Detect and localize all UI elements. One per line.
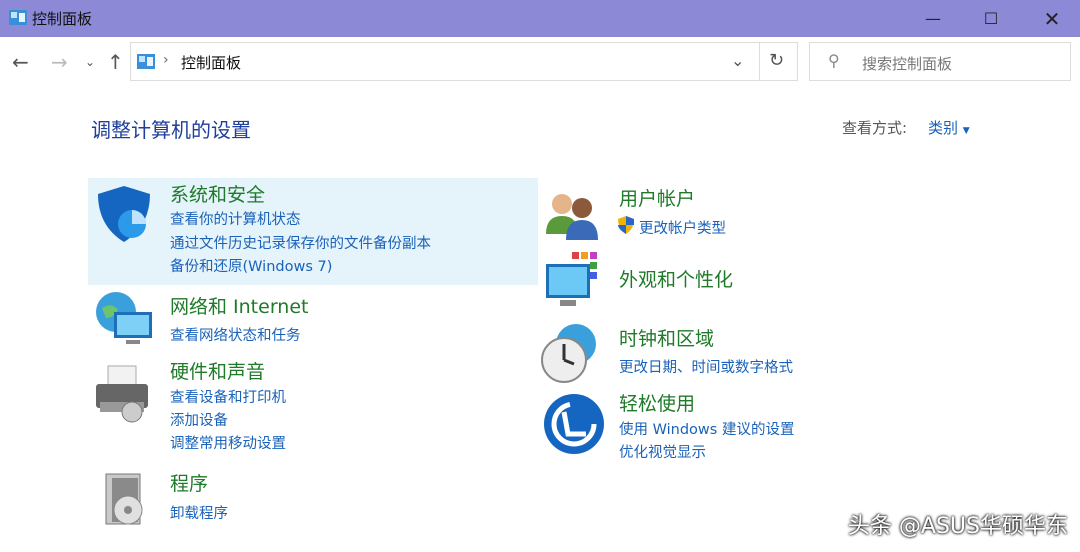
search-icon: ⚲ <box>828 51 840 70</box>
address-bar[interactable]: › 控制面板 ⌄ ↻ <box>130 42 798 81</box>
address-dropdown-icon[interactable]: ⌄ <box>731 51 744 70</box>
search-input[interactable]: 搜索控制面板 <box>862 53 952 74</box>
title-bar: 控制面板 — ☐ ✕ <box>0 0 1080 37</box>
category-hardware-sound[interactable]: 硬件和声音 <box>170 357 265 384</box>
link-network-status[interactable]: 查看网络状态和任务 <box>170 324 301 345</box>
up-button[interactable]: ↑ <box>107 50 124 74</box>
category-ease-of-access[interactable]: 轻松使用 <box>619 389 695 416</box>
watermark: 头条 @ASUS华硕华东 <box>847 514 1068 539</box>
link-change-account-type[interactable]: 更改帐户类型 <box>639 217 726 238</box>
maximize-button[interactable]: ☐ <box>968 0 1014 37</box>
minimize-button[interactable]: — <box>910 0 956 37</box>
shield-icon <box>98 186 150 242</box>
link-check-computer-status[interactable]: 查看你的计算机状态 <box>170 208 301 229</box>
view-by-value: 类别 <box>928 119 959 137</box>
category-user-accounts[interactable]: 用户帐户 <box>619 184 695 211</box>
uac-shield-icon <box>618 216 634 234</box>
control-panel-icon <box>137 54 155 69</box>
network-globe-icon <box>96 292 152 344</box>
link-optimize-visual-display[interactable]: 优化视觉显示 <box>619 441 706 462</box>
category-network-internet[interactable]: 网络和 Internet <box>170 292 308 319</box>
user-accounts-icon <box>546 194 598 240</box>
page-title: 调整计算机的设置 <box>91 118 251 142</box>
link-recommended-settings[interactable]: 使用 Windows 建议的设置 <box>619 418 794 439</box>
programs-icon <box>105 473 143 525</box>
link-mobility-settings[interactable]: 调整常用移动设置 <box>170 432 286 453</box>
search-box[interactable]: ⚲ 搜索控制面板 <box>809 42 1071 81</box>
clock-globe-icon <box>541 324 596 383</box>
breadcrumb-item[interactable]: 控制面板 <box>181 52 241 73</box>
category-system-security[interactable]: 系统和安全 <box>170 180 265 207</box>
back-button[interactable]: ← <box>12 50 29 74</box>
link-add-device[interactable]: 添加设备 <box>170 409 228 430</box>
window-title: 控制面板 <box>32 10 93 28</box>
forward-button[interactable]: → <box>51 50 68 74</box>
refresh-icon[interactable]: ↻ <box>769 50 784 71</box>
breadcrumb-chevron-icon: › <box>163 52 169 68</box>
appearance-icon <box>546 252 597 306</box>
close-button[interactable]: ✕ <box>1029 0 1075 37</box>
link-file-history[interactable]: 通过文件历史记录保存你的文件备份副本 <box>170 232 431 253</box>
ease-of-access-icon <box>544 394 604 454</box>
view-by-dropdown[interactable]: 类别 ▼ <box>928 117 970 138</box>
link-backup-restore[interactable]: 备份和还原(Windows 7) <box>170 255 332 276</box>
control-panel-icon <box>9 10 27 25</box>
recent-locations-button[interactable]: ⌄ <box>85 55 95 69</box>
link-uninstall-program[interactable]: 卸载程序 <box>170 502 228 523</box>
view-by-label: 查看方式: <box>842 119 908 137</box>
category-programs[interactable]: 程序 <box>170 469 208 496</box>
printer-icon <box>96 365 148 423</box>
link-change-date-time[interactable]: 更改日期、时间或数字格式 <box>619 356 793 377</box>
category-appearance[interactable]: 外观和个性化 <box>619 265 733 292</box>
link-devices-printers[interactable]: 查看设备和打印机 <box>170 386 286 407</box>
category-clock-region[interactable]: 时钟和区域 <box>619 324 714 351</box>
